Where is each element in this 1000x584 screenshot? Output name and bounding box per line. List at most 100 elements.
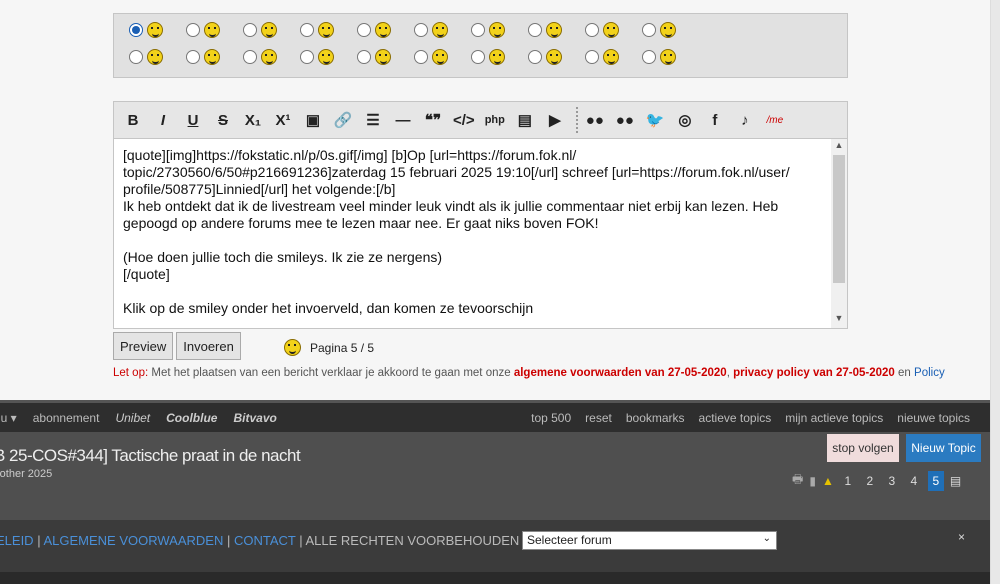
me-button[interactable]: /me	[762, 107, 788, 133]
bold-button[interactable]: B	[120, 107, 146, 133]
smiley-option[interactable]	[528, 49, 585, 65]
youtube-button[interactable]: ▶	[542, 107, 568, 133]
scroll-down-icon[interactable]: ▼	[831, 313, 847, 327]
page-link-current[interactable]: 5	[927, 470, 944, 491]
smiley-radio[interactable]	[300, 50, 314, 64]
quote-button[interactable]: ❝❞	[420, 107, 446, 133]
nav-active-topics[interactable]: actieve topics	[699, 411, 772, 425]
image-button[interactable]: ▣	[300, 107, 326, 133]
smiley-radio[interactable]	[642, 23, 656, 37]
smiley-icon[interactable]	[603, 49, 619, 65]
page-link[interactable]: 1	[840, 471, 856, 491]
nav-brand[interactable]: Bitvavo	[233, 411, 276, 425]
stop-follow-button[interactable]: stop volgen	[827, 434, 899, 462]
footer-link[interactable]: ELEID	[0, 533, 34, 548]
smiley-option[interactable]	[129, 49, 186, 65]
underline-button[interactable]: U	[180, 107, 206, 133]
smiley-radio[interactable]	[129, 50, 143, 64]
smiley-option[interactable]	[300, 22, 357, 38]
doc-button[interactable]: ▤	[512, 107, 538, 133]
smiley-icon[interactable]	[375, 22, 391, 38]
italic-button[interactable]: I	[150, 107, 176, 133]
smiley-radio[interactable]	[243, 23, 257, 37]
smiley-icon[interactable]	[603, 22, 619, 38]
nav-new-topics[interactable]: nieuwe topics	[897, 411, 970, 425]
smiley-icon[interactable]	[432, 49, 448, 65]
terms-link[interactable]: algemene voorwaarden van 27-05-2020	[514, 367, 727, 379]
page-link[interactable]: 2	[862, 471, 878, 491]
list-button[interactable]: ☰	[360, 107, 386, 133]
new-page-icon[interactable]: ▤	[950, 474, 961, 488]
smiley-radio[interactable]	[471, 50, 485, 64]
twitter-button[interactable]: 🐦	[642, 107, 668, 133]
smiley-option[interactable]	[642, 49, 699, 65]
nav-brand[interactable]: Coolblue	[166, 411, 217, 425]
smiley-icon[interactable]	[432, 22, 448, 38]
smiley-radio[interactable]	[186, 50, 200, 64]
smiley-option[interactable]	[642, 22, 699, 38]
flickr-button[interactable]: ●●	[582, 107, 608, 133]
smiley-option[interactable]	[414, 49, 471, 65]
nav-bookmarks[interactable]: bookmarks	[626, 411, 685, 425]
topic-title[interactable]: B 25-COS#344] Tactische praat in de nach…	[0, 446, 301, 466]
smiley-icon[interactable]	[318, 49, 334, 65]
smiley-option[interactable]	[471, 22, 528, 38]
smiley-icon[interactable]	[546, 22, 562, 38]
smiley-radio[interactable]	[414, 50, 428, 64]
smiley-icon[interactable]	[375, 49, 391, 65]
smiley-icon[interactable]	[147, 22, 163, 38]
smiley-option[interactable]	[528, 22, 585, 38]
nav-brand[interactable]: Unibet	[115, 411, 150, 425]
smiley-radio[interactable]	[243, 50, 257, 64]
close-icon[interactable]: ×	[958, 530, 965, 544]
smiley-option[interactable]	[243, 49, 300, 65]
instagram-button[interactable]: ◎	[672, 107, 698, 133]
smiley-icon[interactable]	[546, 49, 562, 65]
preview-button[interactable]: Preview	[113, 332, 174, 360]
message-textarea[interactable]: [quote][img]https://fokstatic.nl/p/0s.gi…	[114, 139, 832, 328]
page-link[interactable]: 3	[884, 471, 900, 491]
link-button[interactable]: 🔗	[330, 107, 356, 133]
superscript-button[interactable]: X¹	[270, 107, 296, 133]
smiley-icon[interactable]	[318, 22, 334, 38]
nav-top500[interactable]: top 500	[531, 411, 571, 425]
smiley-radio[interactable]	[642, 50, 656, 64]
smiley-radio[interactable]	[300, 23, 314, 37]
nav-abonnement[interactable]: abonnement	[33, 411, 100, 425]
print-icon[interactable]: 🖶	[792, 470, 803, 491]
bookmark-icon[interactable]: ▮	[809, 474, 816, 488]
submit-button[interactable]: Invoeren	[176, 332, 241, 360]
smiley-radio[interactable]	[357, 50, 371, 64]
tiktok-button[interactable]: ♪	[732, 107, 758, 133]
smiley-option[interactable]	[243, 22, 300, 38]
smiley-option[interactable]	[357, 22, 414, 38]
privacy-link[interactable]: privacy policy van 27-05-2020	[733, 367, 895, 379]
smiley-icon[interactable]	[489, 22, 505, 38]
smiley-radio[interactable]	[357, 23, 371, 37]
smiley-radio[interactable]	[528, 23, 542, 37]
smiley-radio[interactable]	[585, 23, 599, 37]
smiley-option[interactable]	[585, 49, 642, 65]
smiley-radio[interactable]	[186, 23, 200, 37]
scroll-thumb[interactable]	[833, 155, 845, 283]
smiley-radio[interactable]	[528, 50, 542, 64]
strike-button[interactable]: S	[210, 107, 236, 133]
page-link[interactable]: 4	[906, 471, 922, 491]
code-button[interactable]: </>	[450, 107, 478, 133]
page-scrollbar[interactable]	[990, 0, 1000, 584]
nav-reset[interactable]: reset	[585, 411, 612, 425]
scroll-up-icon[interactable]: ▲	[831, 140, 847, 154]
smiley-radio[interactable]	[414, 23, 428, 37]
warning-icon[interactable]: ▲	[822, 474, 834, 488]
smiley-icon[interactable]	[284, 339, 301, 356]
smiley-radio[interactable]	[471, 23, 485, 37]
footer-link[interactable]: CONTACT	[234, 533, 296, 548]
smiley-option[interactable]	[414, 22, 471, 38]
smiley-icon[interactable]	[660, 22, 676, 38]
forum-select[interactable]: Selecteer forum ⌄	[522, 531, 777, 550]
smiley-icon[interactable]	[204, 22, 220, 38]
smiley-option[interactable]	[186, 49, 243, 65]
smiley-icon[interactable]	[147, 49, 163, 65]
new-topic-button[interactable]: Nieuw Topic	[906, 434, 981, 462]
smiley-icon[interactable]	[204, 49, 220, 65]
